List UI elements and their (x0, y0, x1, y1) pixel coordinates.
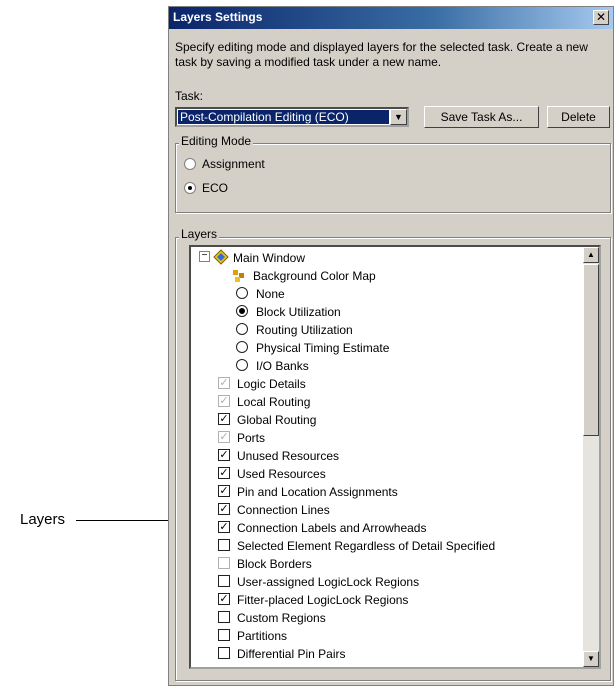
layer-item[interactable]: ✓ Fitter-placed LogicLock Regions (191, 591, 581, 609)
radio-button[interactable] (184, 182, 196, 194)
layer-item[interactable]: ✓ Connection Labels and Arrowheads (191, 519, 581, 537)
layer-item-label: Global Routing (237, 413, 317, 427)
layer-item[interactable]: ✓ Used Resources (191, 465, 581, 483)
layer-item-label: Custom Regions (237, 611, 326, 625)
layer-item-label: Connection Lines (237, 503, 330, 517)
layer-item[interactable]: User-assigned LogicLock Regions (191, 573, 581, 591)
layer-item[interactable]: ✓ Connection Lines (191, 501, 581, 519)
task-dropdown[interactable]: Post-Compilation Editing (ECO) ▼ (175, 107, 409, 127)
layer-item-label: Used Resources (237, 467, 326, 481)
color-map-option[interactable]: Block Utilization (191, 303, 581, 321)
layer-checkbox[interactable]: ✓ (218, 449, 230, 461)
layer-checkbox[interactable]: ✓ (218, 413, 230, 425)
color-map-option-label: Block Utilization (256, 305, 341, 319)
layers-callout-label: Layers (20, 511, 66, 528)
delete-button[interactable]: Delete (547, 106, 610, 128)
layers-legend: Layers (179, 227, 220, 241)
layer-checkbox[interactable] (218, 575, 230, 587)
collapse-icon[interactable]: − (199, 251, 210, 262)
main-window-icon (213, 249, 229, 265)
color-map-option-label: None (256, 287, 285, 301)
layer-item[interactable]: ✓ Unused Resources (191, 447, 581, 465)
background-color-map-label: Background Color Map (253, 269, 376, 283)
layer-checkbox[interactable] (218, 539, 230, 551)
layer-item[interactable]: ✓ Ports (191, 429, 581, 447)
layer-checkbox[interactable]: ✓ (218, 467, 230, 479)
layer-checkbox[interactable] (218, 647, 230, 659)
layer-checkbox[interactable] (218, 611, 230, 623)
layer-checkbox[interactable]: ✓ (218, 395, 230, 407)
layer-item-label: Unused Resources (237, 449, 340, 463)
tree-node-background-color-map[interactable]: Background Color Map (191, 267, 581, 285)
layer-item-label: Pin and Location Assignments (237, 485, 398, 499)
layer-item[interactable]: Differential Pin Pairs (191, 645, 581, 663)
editing-mode-legend: Editing Mode (179, 134, 254, 148)
layers-tree: − Main Window Background Color Map None B… (189, 245, 601, 669)
dialog-description: Specify editing mode and displayed layer… (175, 40, 588, 69)
layer-item[interactable]: ✓ Logic Details (191, 375, 581, 393)
layer-item[interactable]: ✓ Pin and Location Assignments (191, 483, 581, 501)
task-selected-value: Post-Compilation Editing (ECO) (178, 110, 389, 124)
layer-item-label: Selected Element Regardless of Detail Sp… (237, 539, 496, 553)
vertical-scrollbar[interactable]: ▲ ▼ (583, 247, 599, 667)
radio-button[interactable] (184, 158, 196, 170)
scroll-up-icon[interactable]: ▲ (583, 247, 599, 263)
chevron-down-icon[interactable]: ▼ (390, 109, 407, 125)
layer-item-label: Differential Pin Pairs (237, 647, 346, 661)
radio-button[interactable] (236, 359, 248, 371)
radio-label: Assignment (202, 157, 265, 171)
radio-label: ECO (202, 181, 229, 195)
layer-item-label: Logic Details (237, 377, 306, 391)
layer-checkbox[interactable]: ✓ (218, 377, 230, 389)
layer-checkbox[interactable]: ✓ (218, 503, 230, 515)
layer-item-label: User-assigned LogicLock Regions (237, 575, 420, 589)
color-map-icon (233, 270, 244, 282)
layer-item-label: Partitions (237, 629, 288, 643)
layer-item[interactable]: ✓ Local Routing (191, 393, 581, 411)
layer-checkbox[interactable]: ✓ (218, 593, 230, 605)
scroll-down-icon[interactable]: ▼ (583, 651, 599, 667)
color-map-option-label: Routing Utilization (256, 323, 353, 337)
color-map-option[interactable]: Physical Timing Estimate (191, 339, 581, 357)
layer-item-label: Block Borders (237, 557, 312, 571)
color-map-option[interactable]: Routing Utilization (191, 321, 581, 339)
color-map-option-label: Physical Timing Estimate (256, 341, 390, 355)
layer-item[interactable]: Block Borders (191, 555, 581, 573)
layer-item-label: Ports (237, 431, 266, 445)
layer-checkbox[interactable] (218, 557, 230, 569)
color-map-option[interactable]: I/O Banks (191, 357, 581, 375)
tree-node-main-window[interactable]: − Main Window (191, 249, 581, 267)
layer-checkbox[interactable]: ✓ (218, 521, 230, 533)
title-bar[interactable]: Layers Settings ✕ (169, 7, 613, 29)
color-map-option[interactable]: None (191, 285, 581, 303)
layer-item[interactable]: Selected Element Regardless of Detail Sp… (191, 537, 581, 555)
layer-checkbox[interactable]: ✓ (218, 431, 230, 443)
layer-item-label: Connection Labels and Arrowheads (237, 521, 427, 535)
main-window-label: Main Window (233, 251, 306, 265)
color-map-option-label: I/O Banks (256, 359, 309, 373)
layer-item-label: Local Routing (237, 395, 311, 409)
save-task-as-button[interactable]: Save Task As... (424, 106, 539, 128)
scrollbar-thumb[interactable] (583, 264, 599, 436)
layers-settings-dialog: Layers Settings ✕ Specify editing mode a… (168, 6, 614, 686)
dialog-title: Layers Settings (173, 10, 263, 24)
layer-item[interactable]: Custom Regions (191, 609, 581, 627)
layer-checkbox[interactable]: ✓ (218, 485, 230, 497)
layer-checkbox[interactable] (218, 629, 230, 641)
radio-button[interactable] (236, 323, 248, 335)
editing-mode-group: Assignment ECO (175, 143, 611, 213)
layer-item-label: Fitter-placed LogicLock Regions (237, 593, 409, 607)
close-button[interactable]: ✕ (593, 10, 609, 25)
radio-button[interactable] (236, 341, 248, 353)
task-label: Task: (175, 89, 204, 103)
layer-item[interactable]: Partitions (191, 627, 581, 645)
radio-button[interactable] (236, 287, 248, 299)
radio-button[interactable] (236, 305, 248, 317)
layer-item[interactable]: ✓ Global Routing (191, 411, 581, 429)
